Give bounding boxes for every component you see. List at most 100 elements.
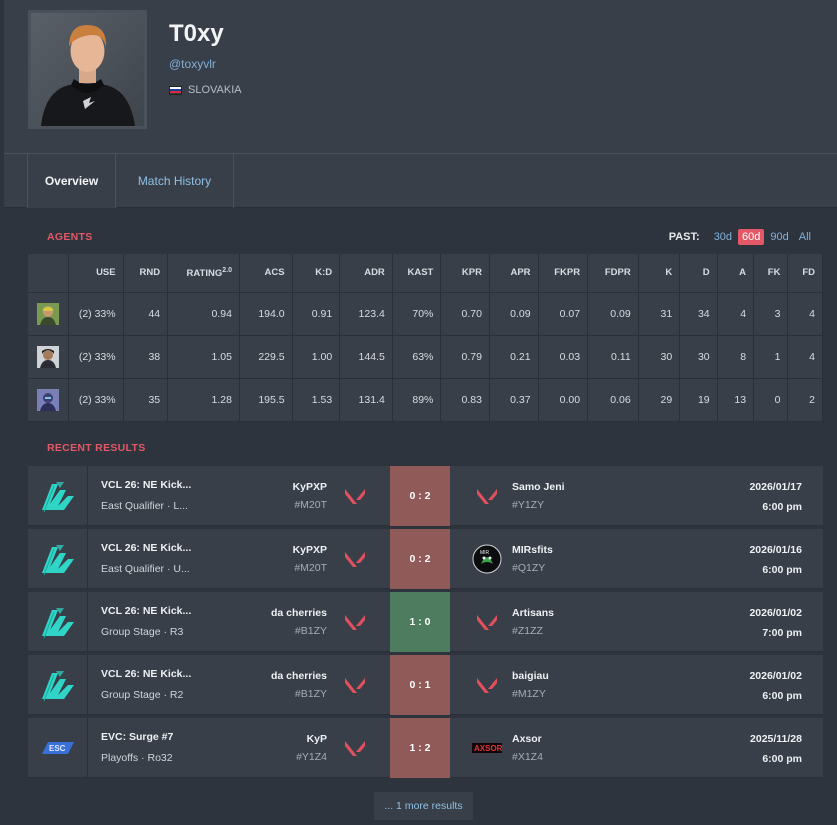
agent-stat-cell: 1.05: [167, 335, 240, 379]
match-row[interactable]: VCL 26: NE Kick... East Qualifier · L... K…: [28, 466, 823, 526]
valorant-logo-icon: [472, 481, 502, 511]
match-row[interactable]: VCL 26: NE Kick... Group Stage · R3 da che…: [28, 592, 823, 652]
col-a[interactable]: A: [717, 254, 755, 293]
match-team1-name: da cherries: [270, 670, 327, 682]
agent-stat-cell: 2: [787, 378, 823, 422]
tab-match-history[interactable]: Match History: [116, 154, 234, 208]
match-row[interactable]: VCL 26: NE Kick... East Qualifier · U... K…: [28, 529, 823, 589]
col-kd[interactable]: K:D: [292, 254, 341, 293]
valorant-logo-icon: [343, 547, 367, 571]
agent-stat-cell: 1: [753, 335, 789, 379]
agent-stat-cell: 0.79: [440, 335, 490, 379]
match-team1-name: da cherries: [270, 607, 327, 619]
col-apr[interactable]: APR: [489, 254, 539, 293]
col-k[interactable]: K: [638, 254, 681, 293]
valorant-logo-icon: [343, 610, 367, 634]
agent-row: (2) 33% 44 0.94 194.0 0.91 123.4 70% 0.70 0.09 0.…: [28, 292, 823, 336]
match-event-name: EVC: Surge #7: [101, 731, 174, 743]
match-time: 6:00 pm: [762, 690, 802, 702]
agent-stat-cell: 1.28: [167, 378, 240, 422]
col-fd[interactable]: FD: [787, 254, 823, 293]
player-country: SLOVAKIA: [169, 84, 242, 96]
match-event-stage: Group Stage · R3: [101, 626, 184, 638]
match-team2-tag: #Q1ZY: [512, 562, 546, 574]
time-range-filter: PAST: 30d 60d 90d All: [669, 229, 815, 245]
match-team2-name: Axsor: [512, 733, 542, 745]
col-kpr[interactable]: KPR: [440, 254, 490, 293]
valorant-logo-icon: [343, 484, 367, 508]
match-row[interactable]: ESC EVC: Surge #7 Playoffs · Ro32 KyP #Y1Z4 1…: [28, 718, 823, 778]
vcl-event-logo-icon: [28, 655, 88, 715]
match-team2-tag: #Z1ZZ: [512, 625, 543, 637]
match-team2-name: MIRsfits: [512, 544, 553, 556]
agent-stat-cell: 195.5: [239, 378, 293, 422]
match-event-stage: Group Stage · R2: [101, 689, 184, 701]
vcl-event-logo-icon: [28, 592, 88, 652]
agent-stat-cell: 0.09: [587, 292, 639, 336]
col-rating[interactable]: RATING2.0: [167, 254, 240, 293]
col-kast[interactable]: KAST: [392, 254, 442, 293]
match-score: 0 : 2: [390, 529, 450, 589]
agent-stat-cell: 31: [638, 292, 681, 336]
col-fkpr[interactable]: FKPR: [538, 254, 589, 293]
agent-stat-cell: 0.37: [489, 378, 539, 422]
agent-stat-cell: 1.53: [292, 378, 341, 422]
col-rnd[interactable]: RND: [123, 254, 169, 293]
agent-stat-cell: 0.91: [292, 292, 341, 336]
valorant-logo-icon: [472, 670, 502, 700]
col-fdpr[interactable]: FDPR: [587, 254, 639, 293]
agent-stat-cell: 13: [717, 378, 755, 422]
match-team2-name: Samo Jeni: [512, 481, 565, 493]
recent-results-title: RECENT RESULTS: [47, 442, 146, 454]
agents-table: USE RND RATING2.0 ACS K:D ADR KAST KPR A…: [28, 254, 823, 422]
agent-stat-cell: 30: [638, 335, 681, 379]
col-acs[interactable]: ACS: [239, 254, 293, 293]
filter-30d[interactable]: 30d: [710, 229, 736, 245]
agent-stat-cell: 4: [787, 292, 823, 336]
match-row[interactable]: VCL 26: NE Kick... Group Stage · R2 da che…: [28, 655, 823, 715]
col-use[interactable]: USE: [68, 254, 124, 293]
agent-stat-cell: 4: [787, 335, 823, 379]
filter-90d[interactable]: 90d: [766, 229, 792, 245]
filter-60d[interactable]: 60d: [738, 229, 765, 245]
more-results-link[interactable]: ... 1 more results: [374, 792, 473, 820]
agent-stat-cell: (2) 33%: [68, 292, 124, 336]
match-date: 2026/01/02: [749, 670, 802, 682]
agent-stat-cell: 0.06: [587, 378, 639, 422]
agent-stat-cell: 144.5: [339, 335, 393, 379]
agent-stat-cell: 0.00: [538, 378, 589, 422]
match-team1-tag: #Y1Z4: [296, 751, 327, 763]
match-score: 0 : 2: [390, 466, 450, 526]
match-time: 7:00 pm: [762, 627, 802, 639]
filter-all[interactable]: All: [795, 229, 815, 245]
agent-stat-cell: 0.03: [538, 335, 589, 379]
col-adr[interactable]: ADR: [339, 254, 393, 293]
valorant-logo-icon: [343, 736, 367, 760]
match-score: 1 : 0: [390, 592, 450, 652]
agent-stat-cell: 70%: [392, 292, 442, 336]
svg-text:AXSOR: AXSOR: [474, 744, 502, 753]
match-event-name: VCL 26: NE Kick...: [101, 479, 192, 491]
rating-version: 2.0: [222, 266, 232, 274]
agent-stat-cell: 30: [679, 335, 718, 379]
match-team1-tag: #M20T: [294, 499, 327, 511]
player-handle[interactable]: @toxyvlr: [169, 57, 216, 71]
match-time: 6:00 pm: [762, 564, 802, 576]
vcl-event-logo-icon: [28, 529, 88, 589]
agent-icon-cell: [28, 335, 69, 379]
match-score: 0 : 1: [390, 655, 450, 715]
agent-stat-cell: (2) 33%: [68, 378, 124, 422]
col-fk[interactable]: FK: [753, 254, 789, 293]
col-agent: [28, 254, 69, 293]
tab-overview[interactable]: Overview: [27, 154, 116, 208]
match-team2-name: Artisans: [512, 607, 555, 619]
mirsfits-logo-icon: MIR: [472, 544, 502, 574]
agent-stat-cell: 19: [679, 378, 718, 422]
agent-stat-cell: 0.11: [587, 335, 639, 379]
match-team1-name: KyPXP: [292, 481, 327, 493]
valorant-logo-icon: [472, 607, 502, 637]
agent-stat-cell: 0.09: [489, 292, 539, 336]
agent-stat-cell: 1.00: [292, 335, 341, 379]
col-d[interactable]: D: [679, 254, 718, 293]
vcl-event-logo-icon: [28, 466, 88, 526]
